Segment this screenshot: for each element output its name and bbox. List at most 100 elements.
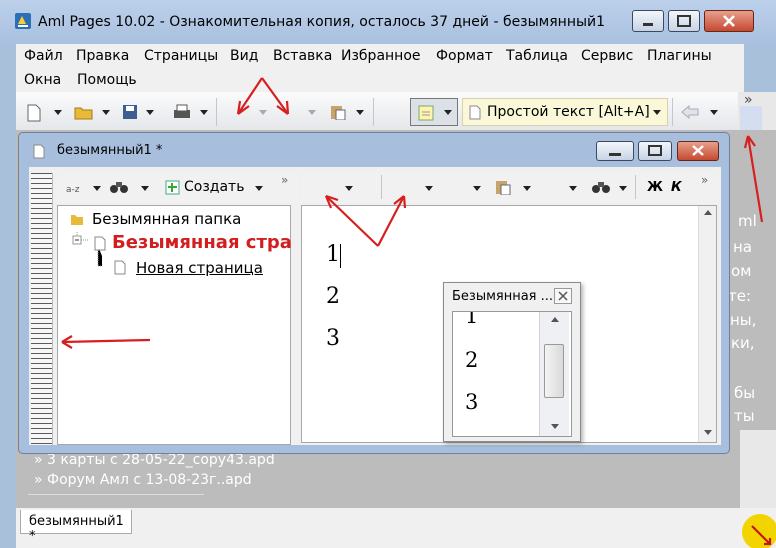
notes-toggle-button[interactable] (410, 98, 458, 126)
editor-dropdown-arrow[interactable] (473, 186, 481, 191)
scroll-down-arrow[interactable] (551, 424, 559, 429)
sort-az-icon[interactable]: a-z (65, 180, 83, 196)
print-icon[interactable] (172, 104, 192, 120)
tree-toolbar: a-z Создать » (57, 173, 297, 203)
toolbar-separator (381, 175, 382, 199)
popup-note-window: Безымянная ... 1 2 3 (443, 282, 581, 442)
doc-close-button[interactable] (677, 141, 719, 161)
popup-scrollbar[interactable] (539, 312, 569, 436)
create-button[interactable]: Создать (184, 179, 244, 195)
divider (28, 494, 204, 495)
scroll-down-arrow[interactable] (704, 430, 712, 435)
menu-format[interactable]: Формат (436, 48, 493, 64)
bg-fragment: ом (731, 262, 752, 280)
doc-minimize-button[interactable] (596, 141, 634, 161)
tree-page-label: Безымянная стра (112, 232, 292, 253)
editor-dropdown-arrow[interactable] (425, 186, 433, 191)
search-dropdown-arrow[interactable] (619, 186, 627, 191)
vertical-ruler[interactable] (31, 173, 53, 445)
print-dropdown-arrow[interactable] (200, 110, 208, 115)
editor-dropdown-arrow[interactable] (569, 186, 577, 191)
binoculars-icon[interactable] (591, 179, 611, 195)
back-arrow-icon[interactable] (680, 104, 700, 120)
document-tab[interactable]: безымянный1 * (20, 510, 132, 544)
bg-fragment: ml (738, 212, 757, 230)
search-dropdown-arrow[interactable] (141, 186, 149, 191)
menu-edit[interactable]: Правка (76, 48, 129, 64)
notes-dropdown-arrow (444, 110, 452, 115)
scroll-thumb[interactable] (544, 344, 564, 398)
hidden-button-dropdown-2[interactable] (308, 110, 316, 115)
close-icon (723, 15, 735, 27)
save-dropdown-arrow[interactable] (146, 110, 154, 115)
menu-service[interactable]: Сервис (581, 48, 633, 64)
maximize-icon (677, 15, 691, 27)
editor-dropdown-arrow[interactable] (345, 186, 353, 191)
minimize-icon (643, 23, 653, 26)
popup-text-area[interactable]: 1 2 3 (452, 311, 572, 437)
paste-icon[interactable] (495, 179, 511, 195)
bg-link[interactable]: » Форум Амл с 13-08-23г..apd (34, 472, 252, 488)
menu-plugins[interactable]: Плагины (647, 48, 712, 64)
menu-table[interactable]: Таблица (506, 48, 568, 64)
open-folder-icon[interactable] (74, 104, 94, 120)
tree-folder[interactable]: Безымянная папка (92, 210, 241, 228)
menu-view[interactable]: Вид (230, 48, 258, 64)
minimize-button[interactable] (632, 10, 664, 32)
open-dropdown-arrow[interactable] (102, 110, 110, 115)
app-icon (15, 13, 31, 29)
editor-scrollbar[interactable] (698, 206, 716, 442)
new-document-icon[interactable] (26, 104, 42, 122)
paste-dropdown-arrow[interactable] (523, 186, 531, 191)
menu-insert[interactable]: Вставка (273, 48, 332, 64)
save-icon[interactable] (122, 104, 138, 120)
menu-file[interactable]: Файл (24, 48, 63, 64)
close-icon (692, 145, 704, 156)
paste-dropdown-arrow[interactable] (356, 110, 364, 115)
tree-toolbar-overflow[interactable]: » (281, 173, 288, 187)
menu-favorites[interactable]: Избранное (341, 48, 421, 64)
doc-maximize-button[interactable] (638, 141, 672, 161)
menu-windows[interactable]: Окна (24, 72, 61, 88)
style-selector[interactable]: Простой текст [Alt+A] (462, 98, 668, 126)
tree-page[interactable]: Новая страница (136, 259, 263, 277)
back-dropdown-arrow[interactable] (710, 110, 718, 115)
toolbar-separator (373, 98, 374, 126)
bg-fragment: те: (728, 287, 752, 305)
bg-link[interactable]: » 3 карты с 28-05-22_copy43.apd (34, 452, 275, 468)
bold-button[interactable]: Ж (647, 180, 663, 195)
document-icon (33, 144, 45, 159)
paste-icon[interactable] (330, 104, 346, 120)
hidden-button-dropdown[interactable] (259, 110, 267, 115)
binoculars-icon[interactable] (109, 179, 129, 195)
notepad-icon (418, 105, 434, 121)
menu-bar: Файл Правка Страницы Вид Вставка Избранн… (16, 44, 744, 92)
editor-toolbar-overflow[interactable]: » (701, 173, 708, 187)
create-dropdown-arrow[interactable] (255, 186, 263, 191)
menu-pages[interactable]: Страницы (144, 48, 218, 64)
toolbar-separator (672, 98, 673, 126)
close-button[interactable] (704, 10, 754, 32)
toolbar-separator (216, 98, 217, 126)
main-toolbar: Простой текст [Alt+A] (16, 92, 740, 132)
style-dropdown-arrow (653, 110, 661, 115)
popup-line: 3 (465, 390, 479, 414)
text-cursor (340, 244, 341, 268)
resize-grip-icon[interactable] (734, 504, 776, 548)
popup-line: 1 (465, 311, 479, 328)
popup-close-button[interactable] (554, 288, 572, 304)
document-window: безымянный1 * a-z Создать » Безымянная п… (18, 132, 730, 454)
editor-line: 2 (326, 284, 340, 309)
page-tree: Безымянная папка Безымянная стра Новая с… (57, 205, 292, 445)
new-dropdown-arrow[interactable] (54, 110, 62, 115)
toolbar-separator (635, 175, 636, 199)
menu-help[interactable]: Помощь (77, 72, 137, 88)
scroll-up-arrow[interactable] (704, 210, 712, 215)
italic-button[interactable]: К (671, 180, 682, 195)
window-title: Aml Pages 10.02 - Ознакомительная копия,… (38, 14, 606, 30)
tree-page-selected[interactable]: Безымянная стра (112, 232, 292, 256)
scroll-up-arrow[interactable] (551, 317, 559, 322)
sort-dropdown-arrow[interactable] (93, 186, 101, 191)
maximize-button[interactable] (668, 10, 700, 32)
page-icon (114, 260, 126, 275)
